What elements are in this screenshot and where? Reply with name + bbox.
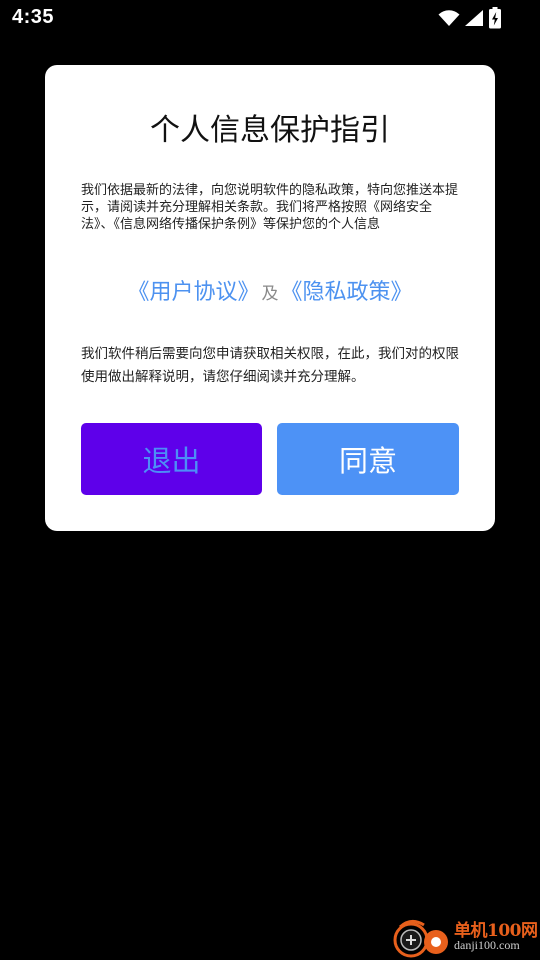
exit-button-label: 退出 bbox=[142, 444, 201, 478]
dialog-intro-text: 我们依据最新的法律，向您说明软件的隐私政策，特向您推送本提示，请阅读并充分理解相… bbox=[81, 183, 459, 232]
privacy-policy-link[interactable]: 《隐私政策》 bbox=[281, 280, 413, 305]
watermark: 单机100网 danji100.com bbox=[390, 914, 540, 960]
status-time: 4:35 bbox=[12, 6, 55, 28]
policy-links-row: 《用户协议》 及《隐私政策》 bbox=[45, 275, 495, 312]
and-text: 及 bbox=[261, 284, 279, 304]
watermark-url: danji100.com bbox=[454, 938, 520, 952]
wifi-icon bbox=[438, 10, 460, 26]
dialog-permission-text: 我们软件稍后需要向您申请获取相关权限，在此，我们对的权限使用做出解释说明，请您仔… bbox=[81, 346, 459, 385]
dialog-title: 个人信息保护指引 bbox=[150, 113, 390, 148]
cellular-signal-icon bbox=[465, 10, 483, 26]
privacy-dialog: 个人信息保护指引 我们依据最新的法律，向您说明软件的隐私政策，特向您推送本提示，… bbox=[45, 65, 495, 531]
agree-button-label: 同意 bbox=[338, 444, 397, 478]
status-bar: 4:35 bbox=[0, 0, 540, 38]
battery-charging-icon bbox=[489, 7, 501, 29]
user-agreement-link[interactable]: 《用户协议》 bbox=[127, 280, 259, 305]
agree-button[interactable]: 同意 bbox=[277, 423, 459, 495]
watermark-logo-icon bbox=[393, 920, 448, 958]
exit-button[interactable]: 退出 bbox=[81, 423, 262, 495]
status-icons bbox=[438, 6, 502, 30]
